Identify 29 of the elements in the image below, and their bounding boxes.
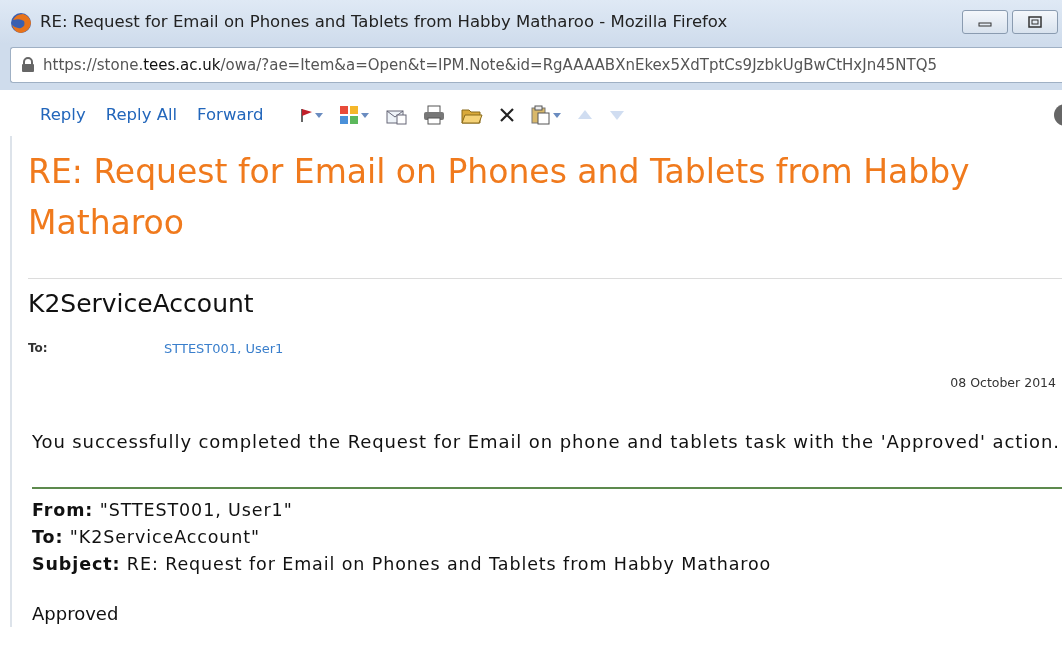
grid-icon <box>339 105 360 125</box>
quoted-header-line: To: "K2ServiceAccount" <box>32 525 262 549</box>
caret-icon <box>553 112 562 118</box>
caret-icon <box>361 112 370 118</box>
recipient-link[interactable]: STTEST001, User1 <box>164 338 284 358</box>
message-date: 08 October 2014 <box>949 374 1057 392</box>
up-arrow-icon <box>577 109 594 121</box>
restore-button[interactable] <box>1012 10 1058 34</box>
to-label: To: <box>28 340 49 358</box>
window-title: RE: Request for Email on Phones and Tablets from Habby Matharoo - Mozilla Firefox <box>40 10 729 33</box>
toolbar-link[interactable]: Forward <box>189 102 272 128</box>
quoted-header-line: From: "STTEST001, User1" <box>32 498 294 522</box>
message-body: You successfully completed the Request for Email on phone and tablets task with the 'Approved' action. <box>32 429 1061 454</box>
flag-icon <box>299 107 314 123</box>
reply-text: Approved <box>32 601 120 626</box>
minimize-button[interactable] <box>962 10 1008 34</box>
message-subject: RE: Request for Email on Phones and Tablets from Habby Matharoo <box>28 151 971 244</box>
toolbar-link[interactable]: Reply All <box>97 102 186 128</box>
printer-icon <box>423 105 446 125</box>
toolbar-link[interactable]: Reply <box>32 102 94 128</box>
sender-name: K2ServiceAccount <box>28 288 255 320</box>
clipboard-icon <box>531 105 552 125</box>
close-icon <box>499 107 516 123</box>
browser-logo-icon <box>10 10 32 34</box>
restore-icon <box>1028 16 1042 28</box>
address-field[interactable]: https://stone.tees.ac.uk/owa/?ae=Item&a=Open&t=IPM.Note&id=RgAAAABXnEkex5XdTptCs9JzbkUgBwCtHxJn45NTQ5 <box>10 47 1062 83</box>
quoted-header-line: Subject: RE: Request for Email on Phones and Tablets from Habby Matharoo <box>32 552 773 576</box>
caret-icon <box>315 112 324 118</box>
down-arrow-icon <box>609 109 626 121</box>
